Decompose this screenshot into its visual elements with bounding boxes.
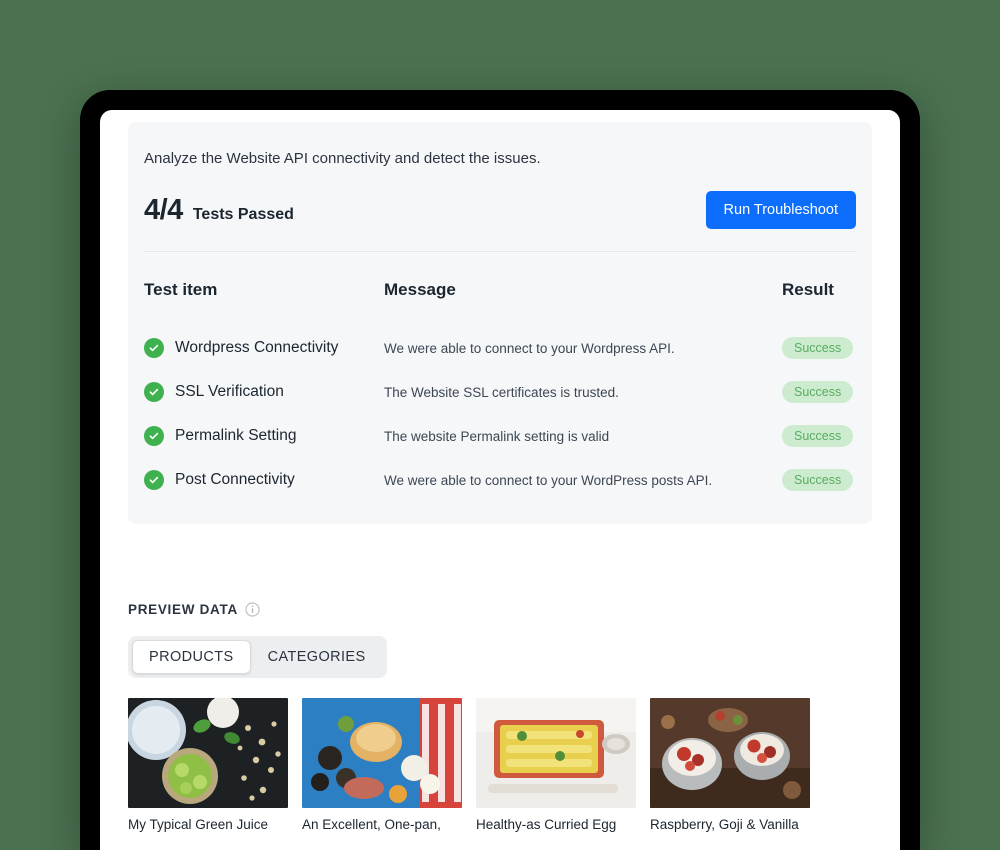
summary-left: 4/4 Tests Passed [144,194,294,227]
table-row: Permalink Setting The website Permalink … [144,414,888,458]
table-body: Wordpress Connectivity We were able to c… [144,326,888,502]
test-item-label: Permalink Setting [175,427,297,444]
table-row: Post Connectivity We were able to connec… [144,458,888,502]
test-item-label: SSL Verification [175,383,284,400]
status-badge: Success [782,381,854,403]
cell-message: We were able to connect to your Wordpres… [384,340,675,356]
summary-row: 4/4 Tests Passed Run Troubleshoot [144,191,856,229]
tab-products[interactable]: PRODUCTS [132,640,251,674]
troubleshoot-panel: Analyze the Website API connectivity and… [128,122,872,524]
check-circle-icon [144,382,164,402]
panel-intro-text: Analyze the Website API connectivity and… [144,150,541,167]
table-row: SSL Verification The Website SSL certifi… [144,370,888,414]
table-header: Test item Message Result [144,252,888,326]
cell-test-item: Permalink Setting [144,414,384,458]
product-caption: An Excellent, One-pan, [302,817,441,832]
product-card[interactable]: An Excellent, One-pan, [302,698,462,832]
table-header-row: Test item Message Result [144,252,888,326]
tests-passed-label: Tests Passed [192,205,294,223]
product-grid-row-1: My Typical Green Juice An Excellent, One… [128,698,872,832]
status-badge: Success [782,337,854,359]
table-row: Wordpress Connectivity We were able to c… [144,326,888,370]
check-circle-icon [144,470,164,490]
product-thumbnail-one-pan [302,698,462,808]
preview-data-title: PREVIEW DATA [128,602,238,617]
check-circle-icon [144,426,164,446]
run-troubleshoot-button[interactable]: Run Troubleshoot [705,191,856,229]
product-caption: Raspberry, Goji & Vanilla [650,817,799,832]
cell-test-item: SSL Verification [144,370,384,414]
product-card[interactable]: Raspberry, Goji & Vanilla [650,698,810,832]
column-header-message: Message [384,280,456,299]
product-card[interactable]: Healthy-as Curried Egg [476,698,636,832]
product-thumbnail-green-juice [128,698,288,808]
preview-tabs: PRODUCTS CATEGORIES [128,636,387,678]
cell-result: Success [782,414,888,458]
test-item-label: Post Connectivity [175,471,295,488]
cell-result: Success [782,458,888,502]
status-badge: Success [782,425,854,447]
tab-categories[interactable]: CATEGORIES [251,640,383,674]
product-thumbnail-curried-egg [476,698,636,808]
cell-message: The Website SSL certificates is trusted. [384,384,619,400]
tests-passed-score: 4/4 [144,193,183,226]
cell-message: The website Permalink setting is valid [384,428,610,444]
test-item-label: Wordpress Connectivity [175,339,339,356]
device-screen: Analyze the Website API connectivity and… [100,110,900,850]
check-circle-icon [144,338,164,358]
preview-data-section: PREVIEW DATA PRODUCTS CATEGORIES My Typi… [128,602,872,850]
cell-result: Success [782,370,888,414]
cell-message: We were able to connect to your WordPres… [384,472,713,488]
cell-test-item: Wordpress Connectivity [144,326,384,370]
product-caption: My Typical Green Juice [128,817,269,832]
column-header-test-item: Test item [144,280,218,299]
info-icon[interactable] [245,602,260,617]
column-header-result: Result [782,280,834,299]
product-card[interactable]: My Typical Green Juice [128,698,288,832]
product-thumbnail-raspberry-goji [650,698,810,808]
preview-header: PREVIEW DATA [128,602,872,617]
device-frame: Analyze the Website API connectivity and… [80,90,920,850]
cell-result: Success [782,326,888,370]
status-badge: Success [782,469,854,491]
cell-test-item: Post Connectivity [144,458,384,502]
product-caption: Healthy-as Curried Egg [476,817,617,832]
test-results-table: Test item Message Result Wordpress Conne… [144,252,888,502]
